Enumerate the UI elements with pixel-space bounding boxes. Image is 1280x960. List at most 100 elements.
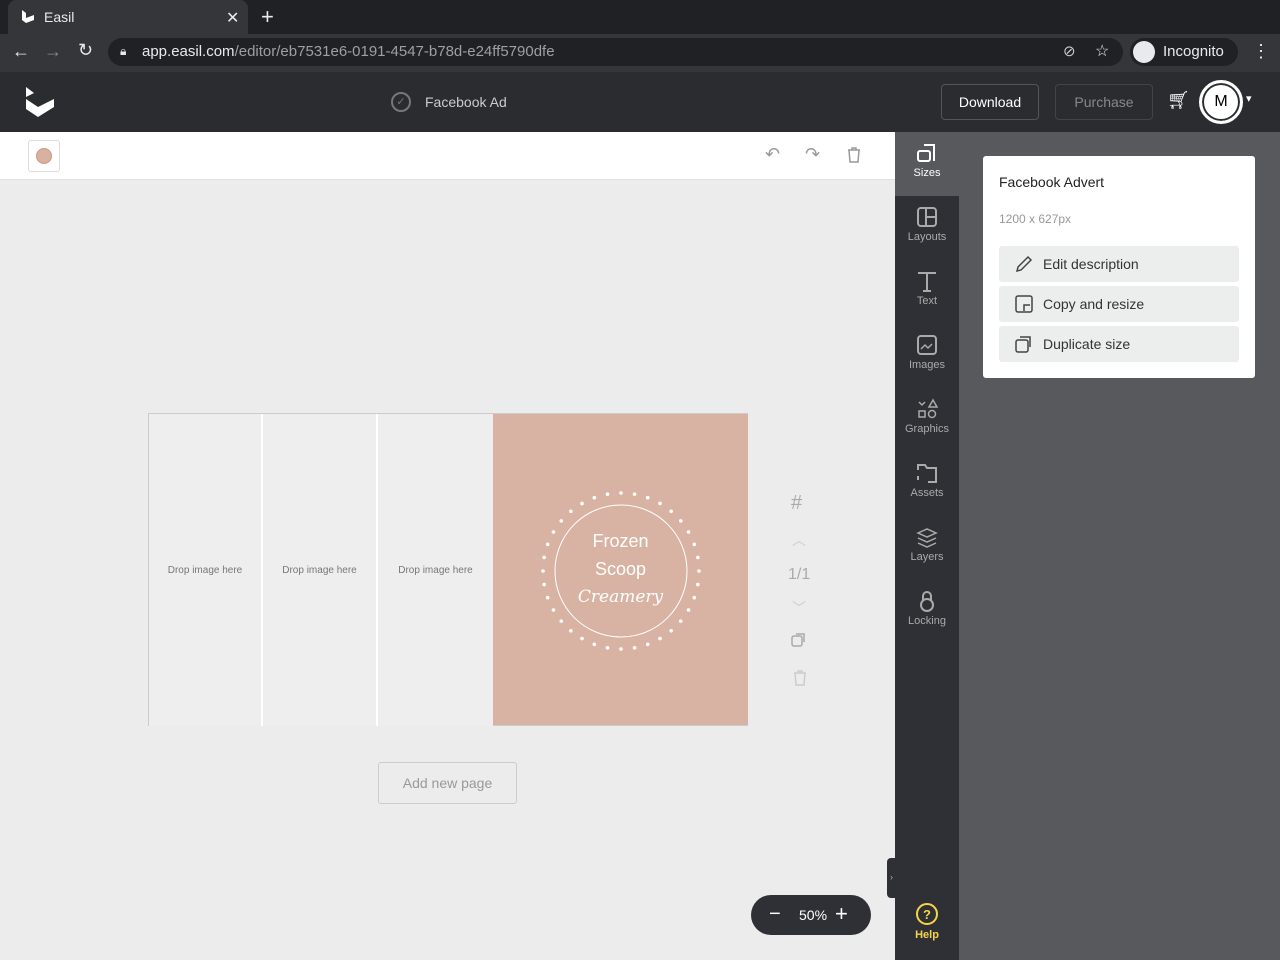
- close-tab-icon[interactable]: ✕: [226, 8, 239, 28]
- page-indicator: 1/1: [788, 566, 811, 583]
- ring-dot: [592, 642, 597, 647]
- editor-toolbar: ↶ ↷: [0, 132, 895, 180]
- cart-icon[interactable]: 🛒︎: [1167, 90, 1190, 111]
- ring-dot: [605, 646, 610, 650]
- eye-off-icon[interactable]: ⊘: [1063, 42, 1076, 60]
- dropzone-label: Drop image here: [282, 564, 357, 576]
- design-canvas[interactable]: Drop image here Drop image here Drop ima…: [148, 413, 748, 726]
- url-input[interactable]: 🔒︎ app.easil.com/editor/eb7531e6-0191-45…: [108, 38, 1123, 66]
- sidebar-label: Text: [916, 295, 938, 307]
- layers-icon: [916, 528, 938, 548]
- size-card: Facebook Advert 1200 x 627px Edit descri…: [983, 156, 1255, 378]
- undo-icon[interactable]: ↶: [765, 144, 780, 165]
- ring-dot: [592, 495, 597, 500]
- zoom-out-icon[interactable]: −: [769, 903, 781, 926]
- incognito-badge[interactable]: Incognito: [1130, 38, 1238, 66]
- ring-dot: [645, 495, 650, 500]
- ring-dot: [678, 519, 683, 523]
- ring-dot: [569, 628, 573, 633]
- design-title[interactable]: Facebook Ad: [425, 94, 507, 110]
- help-button[interactable]: ? Help: [895, 892, 959, 956]
- avatar[interactable]: M: [1199, 80, 1243, 124]
- browser-tab[interactable]: Easil ✕: [8, 0, 248, 34]
- sidebar-label: Layers: [910, 551, 944, 563]
- sidebar-item-locking[interactable]: Locking: [895, 580, 959, 644]
- sidebar-item-layouts[interactable]: Layouts: [895, 196, 959, 260]
- sidebar-label: Sizes: [913, 167, 941, 179]
- dropzone-label: Drop image here: [398, 564, 473, 576]
- ring-dot: [559, 519, 564, 523]
- color-swatch-button[interactable]: [28, 140, 60, 172]
- action-label: Edit description: [1043, 256, 1139, 272]
- chevron-down-icon[interactable]: ▾: [1246, 92, 1252, 105]
- graphics-icon: [918, 398, 938, 419]
- logo-text-frozen: Frozen: [592, 531, 649, 551]
- browser-tab-bar: Easil ✕ +: [0, 0, 1280, 34]
- edit-description-button[interactable]: Edit description: [999, 246, 1239, 282]
- sidebar-item-layers[interactable]: Layers: [895, 516, 959, 580]
- address-bar: ← → ↻ 🔒︎ app.easil.com/editor/eb7531e6-0…: [0, 34, 1280, 72]
- back-icon[interactable]: ←: [12, 41, 30, 62]
- ring-dot: [580, 636, 584, 641]
- size-dimensions: 1200 x 627px: [999, 212, 1072, 226]
- sidebar-item-graphics[interactable]: Graphics: [895, 388, 959, 452]
- layouts-icon: [917, 207, 937, 227]
- purchase-button[interactable]: Purchase: [1055, 84, 1153, 120]
- easil-favicon-icon: [20, 8, 36, 24]
- delete-page-icon[interactable]: [792, 669, 808, 692]
- new-tab-icon[interactable]: +: [261, 4, 274, 30]
- image-dropzone[interactable]: Drop image here: [378, 414, 493, 726]
- zoom-control: − 50% +: [751, 895, 871, 935]
- download-button[interactable]: Download: [941, 84, 1039, 120]
- ring-dot: [645, 642, 650, 647]
- ring-dot: [619, 647, 623, 651]
- ring-dot: [559, 619, 564, 623]
- sidebar-item-text[interactable]: Text: [895, 260, 959, 324]
- reload-icon[interactable]: ↻: [78, 40, 93, 61]
- url-path: /editor/eb7531e6-0191-4547-b78d-e24ff579…: [234, 43, 555, 60]
- incognito-label: Incognito: [1163, 43, 1224, 60]
- lock-icon: 🔒︎: [120, 44, 127, 58]
- saved-check-icon: ✓: [391, 92, 411, 112]
- tab-title: Easil: [44, 9, 75, 25]
- incognito-icon: [1133, 41, 1155, 63]
- action-label: Duplicate size: [1043, 336, 1131, 352]
- sidebar-item-sizes[interactable]: Sizes: [895, 132, 959, 196]
- easil-logo-icon[interactable]: [22, 85, 58, 124]
- pencil-icon: [1015, 255, 1033, 273]
- collapse-panel-handle[interactable]: ›: [887, 858, 896, 898]
- forward-icon[interactable]: →: [44, 41, 62, 62]
- logo-text-creamery: Creamery: [577, 587, 664, 607]
- sidebar-item-images[interactable]: Images: [895, 324, 959, 388]
- logo-panel[interactable]: Frozen Scoop Creamery: [493, 414, 748, 725]
- folder-heart-icon: [917, 464, 937, 483]
- page-up-icon[interactable]: ︿: [792, 530, 806, 550]
- ring-dot: [632, 492, 637, 496]
- page-down-icon[interactable]: ﹀: [792, 598, 806, 618]
- zoom-level: 50%: [799, 907, 828, 923]
- image-icon: [917, 335, 937, 355]
- image-dropzone[interactable]: Drop image here: [149, 414, 263, 726]
- sidebar-label: Assets: [910, 487, 944, 499]
- duplicate-size-button[interactable]: Duplicate size: [999, 326, 1239, 362]
- duplicate-page-icon[interactable]: [791, 631, 807, 652]
- add-new-page-button[interactable]: Add new page: [378, 762, 517, 804]
- sidebar-label: Images: [908, 359, 946, 371]
- svg-text:?: ?: [923, 907, 931, 922]
- ring-dot: [619, 491, 623, 495]
- app-header: ✓ Facebook Ad Download Purchase 🛒︎ M ▾: [0, 72, 1280, 132]
- sidebar-item-assets[interactable]: Assets: [895, 452, 959, 516]
- ring-dot: [678, 619, 683, 623]
- menu-dots-icon[interactable]: ⋮: [1252, 41, 1270, 62]
- trash-icon[interactable]: [846, 146, 862, 169]
- url-text: app.easil.com/editor/eb7531e6-0191-4547-…: [142, 43, 555, 60]
- copy-and-resize-button[interactable]: Copy and resize: [999, 286, 1239, 322]
- redo-icon[interactable]: ↷: [805, 144, 820, 165]
- grid-icon[interactable]: #: [791, 492, 802, 515]
- sidebar-label: Locking: [908, 615, 946, 627]
- image-dropzone[interactable]: Drop image here: [263, 414, 378, 726]
- star-icon[interactable]: ☆: [1095, 41, 1109, 61]
- url-host: app.easil.com: [142, 43, 235, 60]
- sidebar-label: Graphics: [904, 423, 950, 435]
- zoom-in-icon[interactable]: +: [835, 901, 848, 927]
